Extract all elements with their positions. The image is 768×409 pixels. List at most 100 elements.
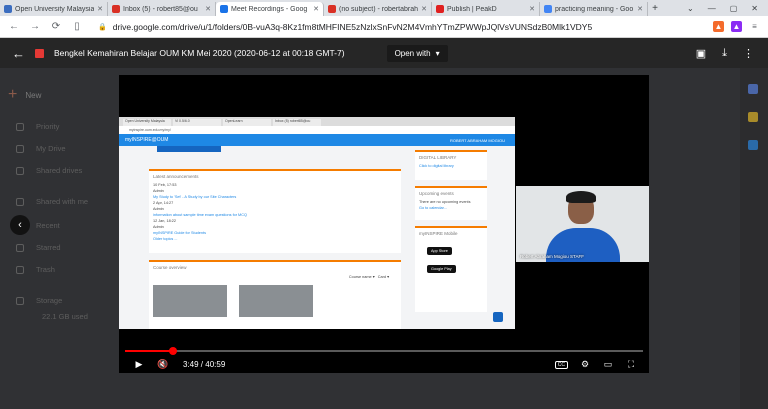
inner-tab: Vi 0.5/6.0 [173,119,221,126]
forward-icon[interactable]: → [29,21,41,32]
sidebar-item-trash[interactable]: Trash [16,265,55,274]
tab-favicon-icon [220,5,228,13]
new-button[interactable]: + New [8,86,41,104]
sidebar-label: Trash [36,265,55,274]
tab-search-icon[interactable]: ⌄ [687,4,694,13]
sort-label: Course name [348,275,372,279]
fullscreen-icon[interactable]: ⛶ [625,359,637,370]
extensions-area: ▲ ▲ ≡ [713,21,768,32]
announcements-heading: Latest announcements [153,174,199,179]
digital-library-heading: DIGITAL LIBRARY [419,155,457,160]
sidebar-item-my-drive[interactable]: My Drive [16,144,66,153]
reload-icon[interactable]: ⟳ [50,21,62,32]
trash-icon [16,265,24,274]
progress-fill [125,350,174,352]
inner-page-body: Latest announcements 10 Feb, 17:53 Admin M… [119,146,515,329]
sidebar-item-shared-drives[interactable]: Shared drives [16,166,82,175]
add-comment-icon[interactable]: ▣ [696,47,706,60]
video-file-icon [35,48,44,58]
mute-icon[interactable]: 🔇 [157,359,169,370]
star-icon [16,243,24,252]
upcoming-heading: Upcoming events [419,191,454,196]
menu-icon[interactable]: ≡ [749,21,760,32]
tab-favicon-icon [4,5,12,13]
progress-bar[interactable] [125,347,643,355]
minimize-icon[interactable]: — [708,4,716,13]
tasks-icon[interactable] [748,140,758,150]
file-title: Bengkel Kemahiran Belajar OUM KM Mei 202… [54,48,345,58]
inner-site-title: myINSPIRE@OUM [125,137,169,143]
announcement-line: Older topics ... [153,237,178,241]
people-icon [16,197,24,206]
storage-used: 22.1 GB used [42,312,88,321]
inner-address-bar: myinspire.oum.edu.my/my/ [119,126,515,134]
calendar-icon[interactable] [748,84,758,94]
arrow-left-icon[interactable]: ← [12,46,25,61]
captions-icon[interactable]: CC [554,360,568,369]
open-with-button[interactable]: Open with ▾ [386,44,448,62]
tab-favicon-icon [328,5,336,13]
play-icon[interactable]: ▶ [133,359,145,370]
back-icon[interactable]: ← [8,21,20,32]
keep-icon[interactable] [748,112,758,122]
tab-close-icon[interactable]: ✕ [637,5,643,13]
tab-close-icon[interactable]: ✕ [97,5,103,13]
player-controls: ▶ 🔇 3:49 / 40:59 CC ⚙ ▭ ⛶ [119,356,649,373]
download-icon[interactable]: ⤓ [722,47,727,60]
brave-rewards-icon[interactable]: ▲ [731,21,742,32]
address-bar: ← → ⟳ ▯ 🔒 drive.google.com/drive/u/1/fol… [0,16,768,38]
brave-shield-icon[interactable]: ▲ [713,21,724,32]
player-right-controls: CC ⚙ ▭ ⛶ [554,359,649,370]
tab-title: (no subject) - robertabrah [339,5,418,13]
browser-tab[interactable]: Publish | PeakD ✕ [432,2,540,16]
tab-favicon-icon [544,5,552,13]
previous-file-button[interactable]: ‹ [10,215,30,235]
browser-tab[interactable]: practicing meaning - Goo ✕ [540,2,648,16]
app-store-badge: App Store [427,247,452,255]
tab-close-icon[interactable]: ✕ [421,5,427,13]
tab-title: practicing meaning - Goo [555,5,634,13]
tab-favicon-icon [112,5,120,13]
browser-tab[interactable]: Inbox (5) - robert85@ou ✕ [108,2,216,16]
tab-close-icon[interactable]: ✕ [313,5,319,13]
shared-screen-content: Open University Malaysia Vi 0.5/6.0 Open… [119,117,515,329]
goto-calendar-link: Go to calendar... [419,206,447,210]
progress-scrubber[interactable] [169,347,178,355]
tab-title: Meet Recordings - Goog [231,5,308,13]
browser-tab[interactable]: (no subject) - robertabrah ✕ [324,2,432,16]
inner-tab: OpenLearn [223,119,271,126]
sidebar-item-priority[interactable]: Priority [16,122,59,131]
view-label: Card [377,275,387,279]
sidebar-item-starred[interactable]: Starred [16,243,61,252]
close-window-icon[interactable]: ✕ [751,4,758,13]
course-thumbnail [239,285,313,317]
more-vert-icon[interactable]: ⋮ [743,47,754,60]
sidebar-label: Starred [36,243,61,252]
video-player[interactable]: Open University Malaysia Vi 0.5/6.0 Open… [119,75,649,373]
scroll-top-icon [493,312,503,322]
tab-close-icon[interactable]: ✕ [529,5,535,13]
storage-icon [16,296,24,305]
sidebar-item-storage[interactable]: Storage [16,296,62,305]
sidebar-item-shared-with-me[interactable]: Shared with me [16,197,88,206]
sidebar-label: Priority [36,122,60,131]
time-display: 3:49 / 40:59 [183,360,225,369]
tab-close-icon[interactable]: ✕ [205,5,211,13]
app-store-label: App Store [431,249,448,253]
browser-tab[interactable]: Meet Recordings - Goog ✕ [216,2,324,16]
settings-gear-icon[interactable]: ⚙ [579,359,591,370]
url-field[interactable]: 🔒 drive.google.com/drive/u/1/folders/0B-… [92,19,592,35]
tab-title: Publish | PeakD [447,5,497,13]
bookmark-icon[interactable]: ▯ [71,21,83,32]
maximize-icon[interactable]: ▢ [730,4,738,13]
duration: 40:59 [205,360,226,369]
sidebar-label: Storage [36,296,63,305]
viewer-actions: ▣ ⤓ ⋮ [696,47,768,60]
inner-user-name: ROBERT ABRAHAM MOGIOU [450,137,505,143]
new-tab-button[interactable]: + [648,2,662,16]
browser-tab[interactable]: Open University Malaysia ✕ [0,2,108,16]
sidebar-label: Shared drives [36,166,83,175]
window-controls: ⌄ — ▢ ✕ [687,0,768,16]
theater-mode-icon[interactable]: ▭ [602,359,614,370]
upcoming-events-card: Upcoming events There are no upcoming ev… [415,186,487,220]
